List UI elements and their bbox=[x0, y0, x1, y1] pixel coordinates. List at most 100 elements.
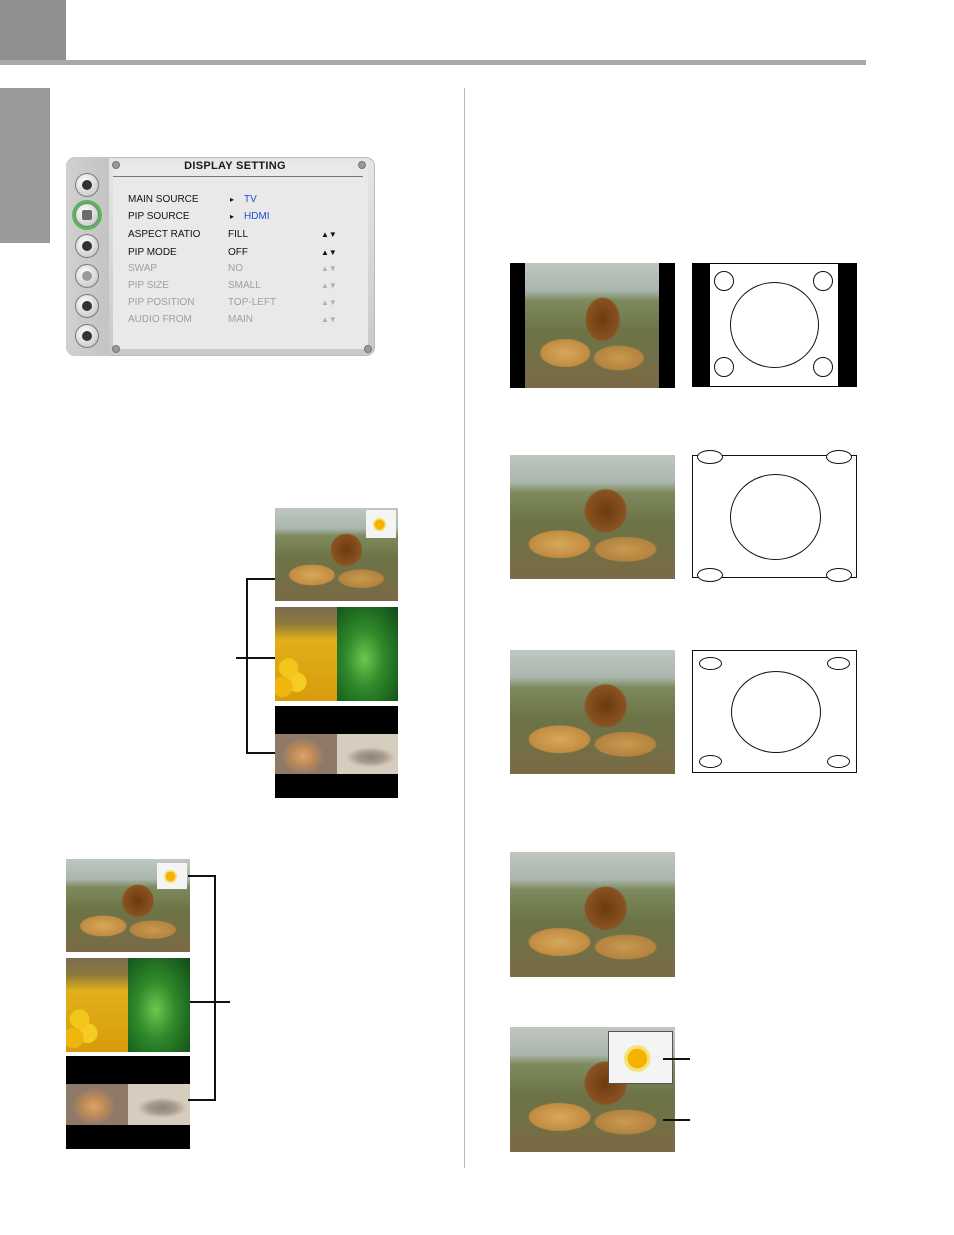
osd-title-rule bbox=[113, 176, 363, 177]
osd-row-value: OFF bbox=[228, 247, 248, 258]
osd-row-pip-size: PIP SIZE SMALL ▲▼ bbox=[128, 280, 358, 294]
callout-bracket bbox=[246, 752, 275, 754]
osd-row-aspect-ratio[interactable]: ASPECT RATIO FILL ▲▼ bbox=[128, 229, 358, 243]
osd-row-pip-mode[interactable]: PIP MODE OFF ▲▼ bbox=[128, 247, 358, 261]
osd-row-value: NO bbox=[228, 263, 243, 274]
pip-inset-image bbox=[157, 863, 187, 889]
osd-row-main-source[interactable]: MAIN SOURCE ▸ TV bbox=[128, 194, 358, 208]
callout-line bbox=[663, 1119, 690, 1121]
diagram-corner-oval bbox=[699, 657, 722, 670]
pip-example-image bbox=[510, 1027, 675, 1152]
display-icon[interactable] bbox=[75, 203, 99, 227]
osd-row-label: PIP SIZE bbox=[128, 280, 169, 291]
up-down-icon: ▲▼ bbox=[321, 281, 337, 290]
diagram-corner-oval bbox=[826, 568, 852, 582]
flowers-image bbox=[66, 958, 128, 1052]
osd-row-value: HDMI bbox=[244, 211, 270, 222]
aspect-normal-image bbox=[510, 263, 675, 388]
aspect-fill-image bbox=[510, 852, 675, 977]
diagram-corner-oval bbox=[827, 657, 850, 670]
callout-bracket bbox=[214, 875, 216, 1101]
callout-bracket bbox=[188, 875, 216, 877]
osd-row-label: PIP MODE bbox=[128, 247, 177, 258]
osd-row-label: AUDIO FROM bbox=[128, 314, 192, 325]
diagram-circle bbox=[730, 282, 819, 368]
aspect-full-diagram bbox=[692, 450, 857, 582]
flowers-image bbox=[275, 607, 337, 701]
display-setting-osd-menu: DISPLAY SETTING MAIN SOURCE ▸ TV PIP SOU… bbox=[66, 157, 375, 356]
swap-split-letterbox-image bbox=[66, 1056, 190, 1149]
header-rule bbox=[0, 60, 866, 65]
headphone-icon[interactable] bbox=[75, 324, 99, 348]
diagram-corner-oval bbox=[827, 755, 850, 768]
osd-row-pip-source[interactable]: PIP SOURCE ▸ HDMI bbox=[128, 211, 358, 225]
diagram-corner-circle bbox=[714, 271, 734, 291]
aspect-zoom-image bbox=[510, 650, 675, 774]
up-down-icon: ▲▼ bbox=[321, 264, 337, 273]
up-down-icon[interactable]: ▲▼ bbox=[321, 248, 337, 258]
diagram-corner-circle bbox=[813, 271, 833, 291]
screw-icon bbox=[112, 345, 120, 353]
diagram-corner-oval bbox=[697, 568, 723, 582]
rhino-image bbox=[337, 734, 398, 774]
osd-row-label: SWAP bbox=[128, 263, 158, 274]
osd-row-label: ASPECT RATIO bbox=[128, 229, 201, 240]
callout-line bbox=[663, 1058, 690, 1060]
rhino-image bbox=[128, 1084, 190, 1125]
osd-row-value: FILL bbox=[228, 229, 249, 240]
aspect-full-image bbox=[510, 455, 675, 579]
diagram-corner-oval bbox=[697, 450, 723, 464]
diagram-corner-oval bbox=[826, 450, 852, 464]
aspect-zoom-diagram bbox=[692, 650, 857, 773]
header-corner-block bbox=[0, 0, 66, 64]
screw-icon bbox=[364, 345, 372, 353]
callout-bracket bbox=[190, 1001, 230, 1003]
callout-bracket bbox=[246, 578, 275, 580]
diagram-circle bbox=[730, 474, 821, 560]
aspect-normal-diagram bbox=[692, 263, 857, 387]
up-down-icon: ▲▼ bbox=[321, 298, 337, 307]
osd-row-value: SMALL bbox=[228, 280, 261, 291]
pip-inset-image bbox=[366, 510, 396, 538]
osd-row-value: TV bbox=[244, 194, 257, 205]
osd-row-audio-from: AUDIO FROM MAIN ▲▼ bbox=[128, 314, 358, 328]
up-down-icon[interactable]: ▲▼ bbox=[321, 230, 337, 240]
osd-row-label: PIP POSITION bbox=[128, 297, 195, 308]
leaf-image bbox=[337, 607, 398, 701]
osd-row-label: PIP SOURCE bbox=[128, 211, 190, 222]
callout-bracket bbox=[236, 657, 275, 659]
diagram-corner-circle bbox=[813, 357, 833, 377]
swap-side-by-side-image bbox=[66, 958, 190, 1052]
arrow-right-icon: ▸ bbox=[230, 195, 235, 204]
diagram-corner-oval bbox=[699, 755, 722, 768]
callout-bracket bbox=[188, 1099, 216, 1101]
arrow-right-icon: ▸ bbox=[230, 212, 235, 221]
pip-mode-pip-image bbox=[275, 508, 398, 601]
camera-icon[interactable] bbox=[75, 234, 99, 258]
lock-icon[interactable] bbox=[75, 294, 99, 318]
screw-icon bbox=[112, 161, 120, 169]
tv-icon[interactable] bbox=[75, 264, 99, 288]
osd-row-value: TOP-LEFT bbox=[228, 297, 277, 308]
swap-pip-image bbox=[66, 859, 190, 952]
screw-icon bbox=[358, 161, 366, 169]
lioness-image bbox=[275, 734, 337, 774]
osd-icon-rail bbox=[66, 157, 109, 356]
diagram-corner-circle bbox=[714, 357, 734, 377]
lion-image bbox=[525, 263, 659, 388]
osd-row-label: MAIN SOURCE bbox=[128, 194, 199, 205]
callout-bracket bbox=[246, 578, 248, 753]
osd-row-swap: SWAP NO ▲▼ bbox=[128, 263, 358, 277]
section-side-tab bbox=[0, 88, 50, 243]
diagram-circle bbox=[731, 671, 821, 753]
pip-mode-split-letterbox-image bbox=[275, 706, 398, 798]
osd-row-value: MAIN bbox=[228, 314, 253, 325]
setup-icon[interactable] bbox=[75, 173, 99, 197]
column-divider bbox=[464, 88, 465, 1168]
up-down-icon: ▲▼ bbox=[321, 315, 337, 324]
lioness-image bbox=[66, 1084, 128, 1125]
osd-title: DISPLAY SETTING bbox=[184, 160, 286, 172]
osd-row-pip-position: PIP POSITION TOP-LEFT ▲▼ bbox=[128, 297, 358, 311]
pip-mode-side-by-side-image bbox=[275, 607, 398, 701]
leaf-image bbox=[128, 958, 190, 1052]
